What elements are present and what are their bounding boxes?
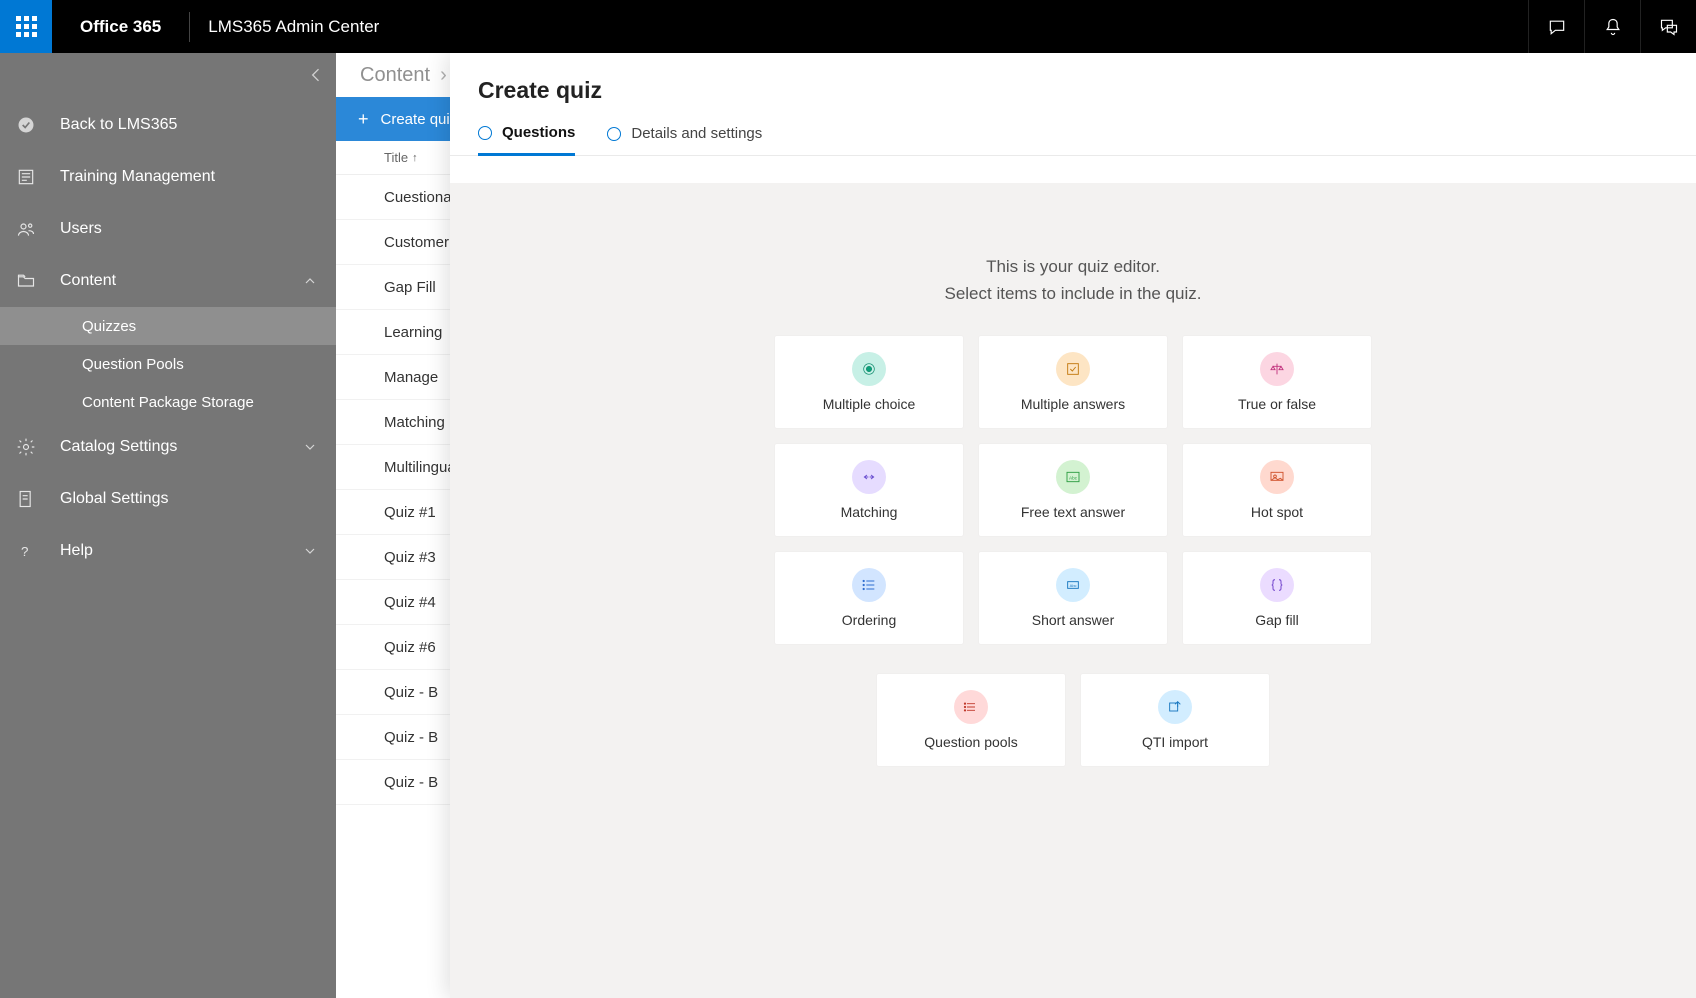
import-grid: Question pools QTI import — [450, 673, 1696, 767]
folder-open-icon — [16, 271, 60, 291]
card-label: True or false — [1238, 396, 1316, 412]
nav-content[interactable]: Content — [0, 255, 336, 307]
notifications-icon[interactable] — [1584, 0, 1640, 53]
create-quiz-panel: Create quiz Questions Details and settin… — [450, 53, 1696, 998]
card-qti-import[interactable]: QTI import — [1080, 673, 1270, 767]
abc-single-icon: Abc — [1056, 568, 1090, 602]
nav-content-question-pools[interactable]: Question Pools — [0, 345, 336, 383]
tab-label: Questions — [502, 124, 575, 141]
card-label: Short answer — [1032, 612, 1114, 628]
plus-icon: + — [358, 109, 369, 130]
help-icon: ? — [16, 541, 60, 561]
card-label: Multiple answers — [1021, 396, 1125, 412]
chevron-down-icon — [302, 439, 318, 455]
collapse-nav-button[interactable] — [306, 65, 326, 90]
gear-icon — [16, 437, 60, 457]
svg-text:?: ? — [21, 544, 28, 559]
editor-intro: This is your quiz editor. Select items t… — [450, 253, 1696, 307]
top-bar: Office 365 LMS365 Admin Center — [0, 0, 1696, 53]
panel-title: Create quiz — [478, 77, 1668, 104]
nav-back[interactable]: Back to LMS365 — [0, 99, 336, 151]
swap-icon — [852, 460, 886, 494]
nav-label: Back to LMS365 — [60, 116, 318, 134]
check-box-icon — [1056, 352, 1090, 386]
nav-content-package-storage[interactable]: Content Package Storage — [0, 383, 336, 421]
nav-label: Training Management — [60, 168, 318, 186]
panel-body: This is your quiz editor. Select items t… — [450, 183, 1696, 998]
card-label: Ordering — [842, 612, 896, 628]
nav-content-quizzes[interactable]: Quizzes — [0, 307, 336, 345]
list-box-icon — [16, 167, 60, 187]
nav-global-settings[interactable]: Global Settings — [0, 473, 336, 525]
brand-label: Office 365 — [52, 17, 189, 37]
svg-text:Abc: Abc — [1069, 476, 1078, 481]
people-icon — [16, 219, 60, 239]
braces-icon — [1260, 568, 1294, 602]
card-multiple-answers[interactable]: Multiple answers — [978, 335, 1168, 429]
app-title: LMS365 Admin Center — [190, 17, 397, 37]
nav-label: Help — [60, 542, 302, 560]
nav-training-management[interactable]: Training Management — [0, 151, 336, 203]
card-label: Question pools — [924, 734, 1017, 750]
card-multiple-choice[interactable]: Multiple choice — [774, 335, 964, 429]
nav-help[interactable]: ? Help — [0, 525, 336, 577]
intro-line: Select items to include in the quiz. — [450, 280, 1696, 307]
image-spot-icon — [1260, 460, 1294, 494]
create-quiz-label: Create quiz — [381, 111, 458, 128]
tab-details-settings[interactable]: Details and settings — [607, 125, 762, 154]
card-free-text[interactable]: Abc Free text answer — [978, 443, 1168, 537]
card-label: Multiple choice — [823, 396, 916, 412]
radio-icon — [478, 126, 492, 140]
card-label: Matching — [841, 504, 898, 520]
nav-label: Catalog Settings — [60, 438, 302, 456]
intro-line: This is your quiz editor. — [450, 253, 1696, 280]
list-icon — [852, 568, 886, 602]
panel-tabs: Questions Details and settings — [450, 110, 1696, 156]
card-label: Free text answer — [1021, 504, 1125, 520]
nav-label: Content — [60, 272, 302, 290]
feedback-icon[interactable] — [1640, 0, 1696, 53]
check-circle-icon — [16, 115, 60, 135]
radio-icon — [607, 127, 621, 141]
question-type-grid: Multiple choice Multiple answers True or… — [753, 335, 1393, 645]
card-question-pools[interactable]: Question pools — [876, 673, 1066, 767]
chevron-down-icon — [302, 543, 318, 559]
card-ordering[interactable]: Ordering — [774, 551, 964, 645]
card-label: QTI import — [1142, 734, 1208, 750]
column-title: Title — [384, 150, 408, 165]
scale-icon — [1260, 352, 1294, 386]
waffle-icon — [16, 16, 37, 37]
card-true-false[interactable]: True or false — [1182, 335, 1372, 429]
settings-doc-icon — [16, 489, 60, 509]
nav-users[interactable]: Users — [0, 203, 336, 255]
side-nav: Back to LMS365 Training Management Users… — [0, 53, 336, 998]
card-label: Gap fill — [1255, 612, 1299, 628]
card-gap-fill[interactable]: Gap fill — [1182, 551, 1372, 645]
tab-label: Details and settings — [631, 125, 762, 142]
abc-box-icon: Abc — [1056, 460, 1090, 494]
card-matching[interactable]: Matching — [774, 443, 964, 537]
pool-icon — [954, 690, 988, 724]
svg-text:Abc: Abc — [1070, 583, 1077, 588]
nav-label: Global Settings — [60, 490, 318, 508]
chevron-up-icon — [302, 273, 318, 289]
card-short-answer[interactable]: Abc Short answer — [978, 551, 1168, 645]
app-launcher[interactable] — [0, 0, 52, 53]
card-hot-spot[interactable]: Hot spot — [1182, 443, 1372, 537]
nav-label: Users — [60, 220, 318, 238]
chevron-right-icon: › — [440, 64, 447, 87]
tab-questions[interactable]: Questions — [478, 124, 575, 156]
card-label: Hot spot — [1251, 504, 1303, 520]
sort-asc-icon: ↑ — [412, 152, 418, 164]
nav-catalog-settings[interactable]: Catalog Settings — [0, 421, 336, 473]
qti-import-icon — [1158, 690, 1192, 724]
radio-dot-icon — [852, 352, 886, 386]
chat-icon[interactable] — [1528, 0, 1584, 53]
breadcrumb-label: Content — [360, 64, 430, 87]
